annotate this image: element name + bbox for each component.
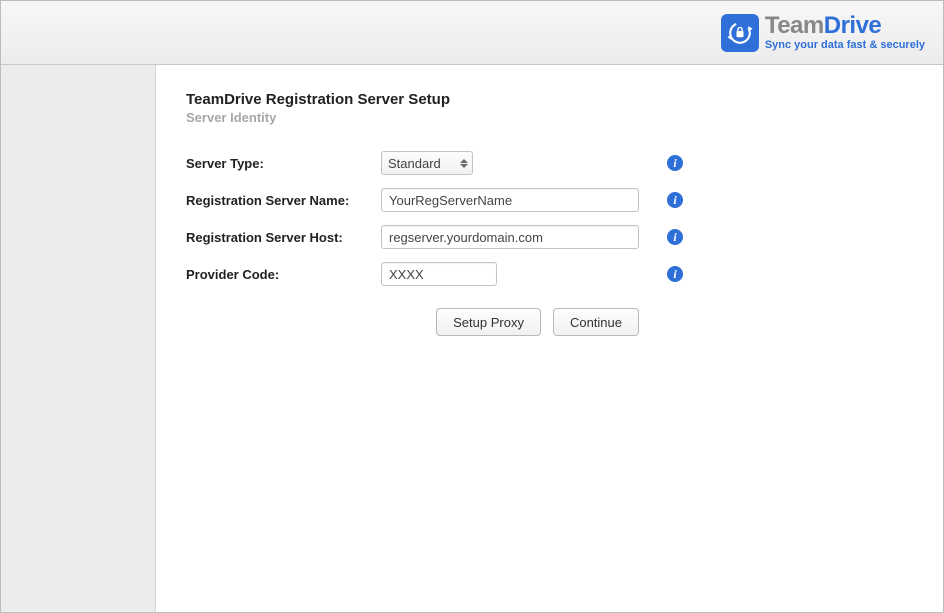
teamdrive-logo-icon xyxy=(721,14,759,52)
brand-logo: TeamDrive Sync your data fast & securely xyxy=(721,14,925,52)
continue-button[interactable]: Continue xyxy=(553,308,639,336)
brand-name-part1: Team xyxy=(765,12,824,39)
brand-name-part2: Drive xyxy=(824,12,882,39)
sync-lock-icon xyxy=(726,19,754,47)
label-server-type: Server Type: xyxy=(186,156,381,171)
row-server-type: Server Type: Standard i xyxy=(186,149,913,177)
server-type-select[interactable]: Standard xyxy=(381,151,473,175)
control-provider-code xyxy=(381,262,639,286)
button-row: Setup Proxy Continue xyxy=(186,308,913,336)
label-reg-server-host: Registration Server Host: xyxy=(186,230,381,245)
page-subtitle: Server Identity xyxy=(186,110,913,125)
row-provider-code: Provider Code: i xyxy=(186,260,913,288)
brand-text: TeamDrive Sync your data fast & securely xyxy=(765,14,925,51)
info-icon[interactable]: i xyxy=(667,192,683,208)
brand-tagline: Sync your data fast & securely xyxy=(765,40,925,51)
page-title: TeamDrive Registration Server Setup xyxy=(186,91,913,108)
provider-code-input[interactable] xyxy=(381,262,497,286)
select-stepper-icon xyxy=(460,159,468,168)
setup-proxy-button[interactable]: Setup Proxy xyxy=(436,308,541,336)
server-type-value: Standard xyxy=(388,156,441,171)
reg-server-name-input[interactable] xyxy=(381,188,639,212)
button-row-inner: Setup Proxy Continue xyxy=(381,308,639,336)
brand-name: TeamDrive xyxy=(765,14,925,38)
control-reg-server-host xyxy=(381,225,639,249)
info-cell-reg-server-host: i xyxy=(639,229,913,245)
info-cell-provider-code: i xyxy=(639,266,913,282)
row-reg-server-name: Registration Server Name: i xyxy=(186,186,913,214)
body: TeamDrive Registration Server Setup Serv… xyxy=(1,65,943,612)
info-icon[interactable]: i xyxy=(667,266,683,282)
info-icon[interactable]: i xyxy=(667,155,683,171)
info-cell-server-type: i xyxy=(639,155,913,171)
info-cell-reg-server-name: i xyxy=(639,192,913,208)
control-reg-server-name xyxy=(381,188,639,212)
control-server-type: Standard xyxy=(381,151,639,175)
label-reg-server-name: Registration Server Name: xyxy=(186,193,381,208)
reg-server-host-input[interactable] xyxy=(381,225,639,249)
label-provider-code: Provider Code: xyxy=(186,267,381,282)
sidebar xyxy=(1,65,156,612)
main-content: TeamDrive Registration Server Setup Serv… xyxy=(156,65,943,612)
header-bar: TeamDrive Sync your data fast & securely xyxy=(1,1,943,65)
app-window: TeamDrive Sync your data fast & securely… xyxy=(0,0,944,613)
info-icon[interactable]: i xyxy=(667,229,683,245)
row-reg-server-host: Registration Server Host: i xyxy=(186,223,913,251)
